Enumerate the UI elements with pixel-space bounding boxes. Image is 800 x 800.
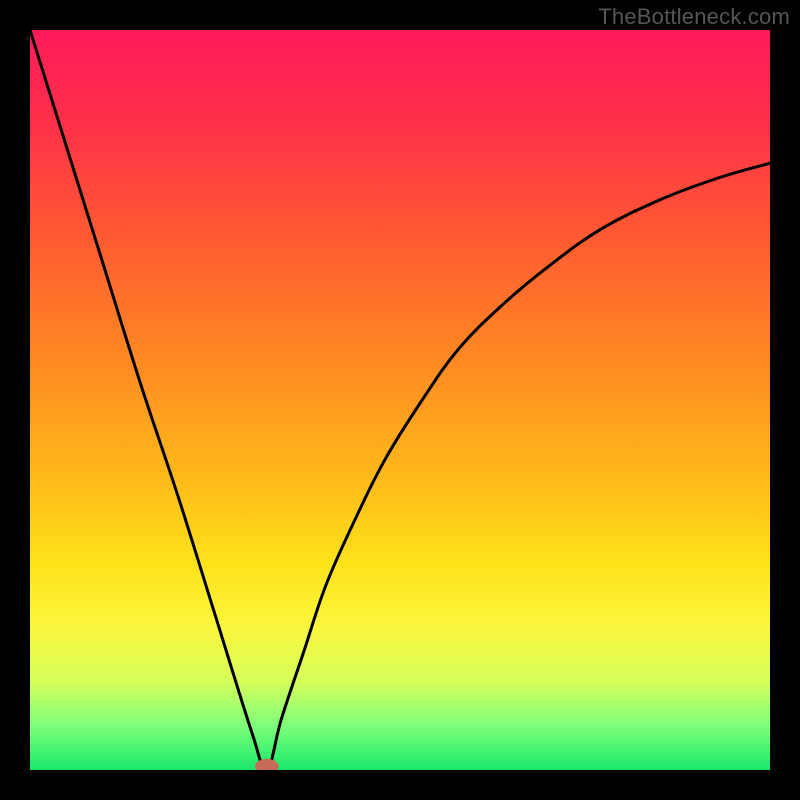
watermark-text: TheBottleneck.com — [598, 4, 790, 30]
chart-svg — [30, 30, 770, 770]
chart-frame: TheBottleneck.com — [0, 0, 800, 800]
plot-area — [30, 30, 770, 770]
gradient-background — [30, 30, 770, 770]
